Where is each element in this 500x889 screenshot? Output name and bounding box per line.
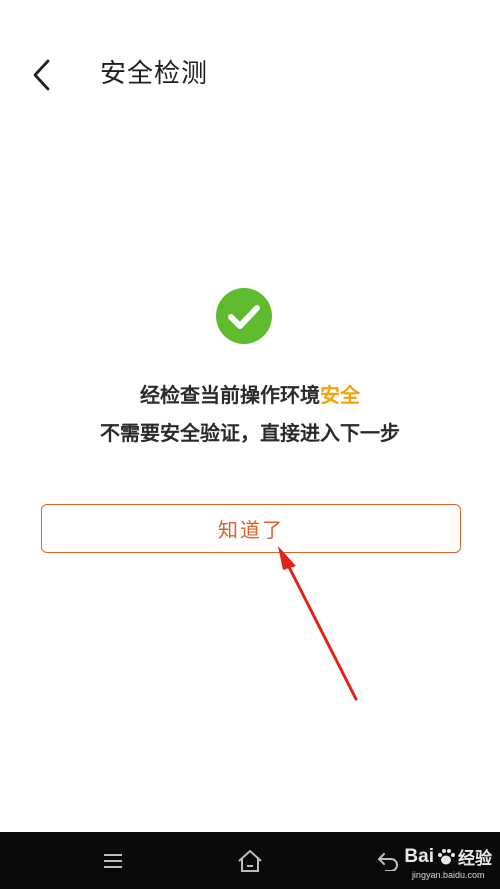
- back-icon: [378, 853, 398, 871]
- got-it-button[interactable]: 知道了: [41, 504, 461, 553]
- nav-home-button[interactable]: [230, 844, 270, 878]
- watermark-url: jingyan.baidu.com: [411, 870, 485, 880]
- back-button[interactable]: [22, 52, 62, 98]
- result-message-prefix: 经检查当前操作环境: [140, 383, 320, 407]
- app-header: 安全检测: [0, 0, 500, 140]
- check-circle-icon: [216, 288, 272, 344]
- nav-back-button[interactable]: [368, 844, 408, 878]
- page-title: 安全检测: [100, 59, 209, 89]
- safe-highlight: 安全: [320, 383, 360, 407]
- menu-icon: [104, 854, 122, 868]
- result-subtext: 不需要安全验证，直接进入下一步: [100, 421, 400, 445]
- watermark-brand: Bai: [404, 845, 434, 867]
- watermark-brand-suffix: 经验: [458, 849, 492, 869]
- baidu-jingyan-watermark: Bai 经验 jingyan.baidu.com: [404, 842, 492, 882]
- home-icon: [238, 850, 262, 872]
- result-message: 经检查当前操作环境安全: [0, 378, 500, 412]
- nav-menu-button[interactable]: [93, 844, 133, 878]
- paw-icon: [438, 848, 455, 864]
- got-it-label: 知道了: [218, 518, 284, 542]
- system-navbar: Bai 经验 jingyan.baidu.com: [0, 832, 500, 889]
- chevron-left-icon: [33, 59, 50, 91]
